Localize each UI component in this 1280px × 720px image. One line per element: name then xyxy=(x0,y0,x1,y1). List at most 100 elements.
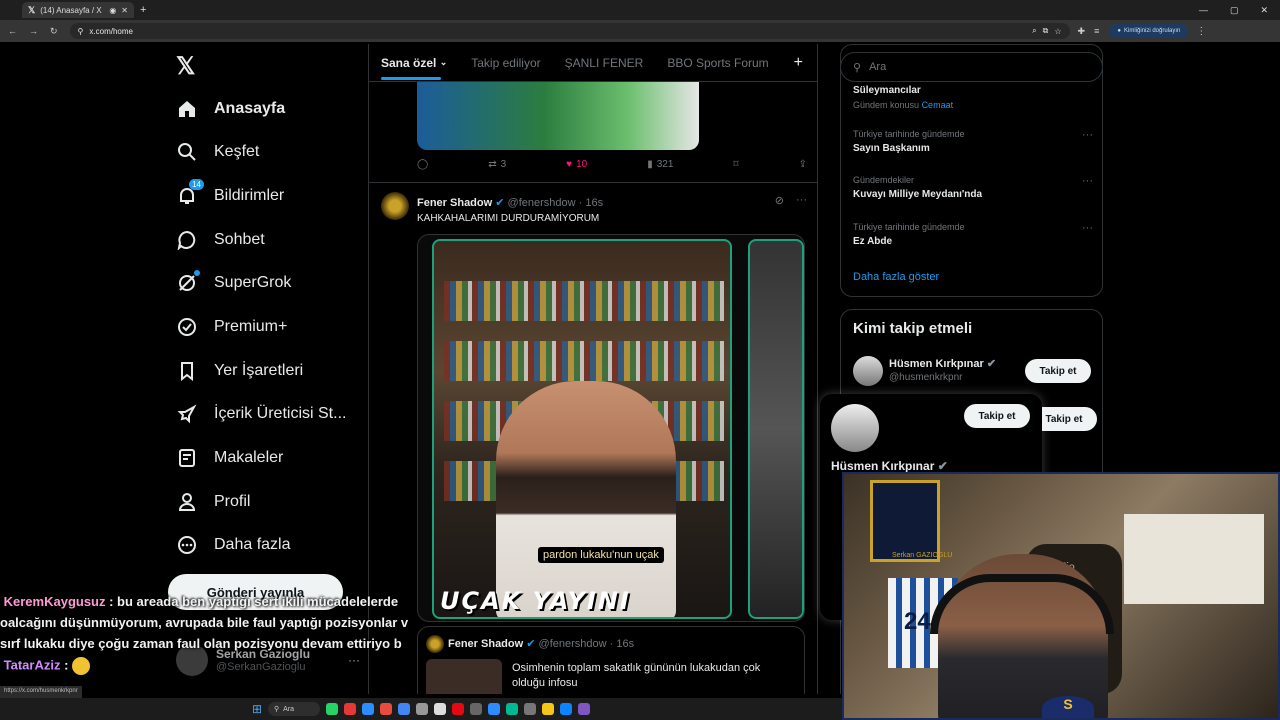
screen: 𝕏 (14) Anasayfa / X ◉ ✕ + — ▢ ✕ ← → ↻ ⚲ … xyxy=(0,0,1280,720)
follow-button[interactable]: Takip et xyxy=(964,404,1030,428)
trend-context-link[interactable]: Cemaat xyxy=(922,100,954,110)
site-info-icon[interactable]: ⚲ xyxy=(78,27,84,36)
sidebar-item-articles[interactable]: Makaleler xyxy=(176,440,283,476)
tab-for-you[interactable]: Sana özel ⌄ xyxy=(369,44,459,82)
app-icon[interactable] xyxy=(380,703,393,715)
star-icon[interactable]: ☆ xyxy=(1054,27,1061,36)
sidebar-item-explore[interactable]: Keşfet xyxy=(176,134,259,170)
window-close-icon[interactable]: ✕ xyxy=(1260,5,1268,16)
tweet-handle[interactable]: @fenershdow xyxy=(508,197,576,209)
sidebar-item-bookmarks[interactable]: Yer İşaretleri xyxy=(176,353,303,389)
verified-icon: ✔ xyxy=(937,459,948,473)
zoom-icon[interactable]: ⌕ xyxy=(1032,26,1036,36)
hover-card-name[interactable]: Hüsmen Kırkpınar ✔ xyxy=(831,459,948,473)
app-icon[interactable] xyxy=(578,703,591,715)
tab-following[interactable]: Takip ediliyor xyxy=(459,44,552,82)
trend-item[interactable]: Türkiye tarihinde gündemde Sayın Başkanı… xyxy=(853,129,1093,154)
search-input[interactable]: ⚲ Ara xyxy=(840,52,1103,82)
back-icon[interactable]: ← xyxy=(8,26,17,37)
sidebar-item-home[interactable]: Anasayfa xyxy=(176,91,285,127)
trend-item[interactable]: Türkiye tarihinde gündemde Ez Abde ··· xyxy=(853,222,1093,247)
more-options-icon[interactable]: ··· xyxy=(1082,222,1093,234)
extensions-icon[interactable]: ✚ xyxy=(1078,26,1086,37)
chat-icon xyxy=(176,229,198,251)
folder-icon[interactable] xyxy=(542,703,555,715)
share-button[interactable]: ⇪ xyxy=(799,159,807,170)
minimize-icon[interactable]: — xyxy=(1199,5,1208,16)
suggestion-name[interactable]: Hüsmen Kırkpınar ✔ xyxy=(889,357,996,370)
windows-start-icon[interactable]: ⊞ xyxy=(252,702,262,716)
views-button[interactable]: ▮ 321 xyxy=(647,159,673,170)
sidebar-item-supergrok[interactable]: SuperGrok xyxy=(176,265,291,301)
sidebar-item-creator-studio[interactable]: İçerik Üreticisi St... xyxy=(176,396,346,432)
avatar[interactable] xyxy=(831,404,879,452)
grok-icon[interactable]: ⊘ xyxy=(775,194,784,207)
trend-name: Sayın Başkanım xyxy=(853,143,930,154)
tweet-time[interactable]: 16s xyxy=(585,197,603,209)
sidebar-item-notifications[interactable]: 14 Bildirimler xyxy=(176,178,284,214)
video-caption: pardon lukaku'nun uçak xyxy=(538,547,664,563)
app-icon[interactable] xyxy=(434,703,447,715)
more-options-icon[interactable]: ··· xyxy=(796,194,807,207)
install-icon[interactable]: ⧉ xyxy=(1043,26,1049,36)
video-frame[interactable]: pardon lukaku'nun uçak UÇAK YAYINI xyxy=(432,239,732,619)
more-options-icon[interactable]: ··· xyxy=(1082,129,1093,141)
app-icon[interactable] xyxy=(506,703,519,715)
bookshelf-image xyxy=(444,281,724,321)
forward-icon[interactable]: → xyxy=(29,26,38,37)
app-icon[interactable] xyxy=(470,703,483,715)
address-bar[interactable]: ⚲ x.com/home ⌕ ⧉ ☆ xyxy=(69,23,1070,39)
reply-button[interactable]: ◯ xyxy=(417,159,428,170)
trend-item[interactable]: Süleymancılar Gündem konusu Cemaat xyxy=(853,85,1093,110)
quoted-tweet[interactable]: Fener Shadow ✔ @fenershdow · 16s Osimhen… xyxy=(417,626,805,694)
app-icon[interactable] xyxy=(362,703,375,715)
reload-icon[interactable]: ↻ xyxy=(50,26,58,37)
netflix-icon[interactable] xyxy=(452,703,465,715)
sidebar-item-premium[interactable]: Premium+ xyxy=(176,309,287,345)
sidebar-item-more[interactable]: Daha fazla xyxy=(176,527,291,563)
browser-toolbar: ← → ↻ ⚲ x.com/home ⌕ ⧉ ☆ ✚ ≡ ● Kimliğini… xyxy=(0,20,1280,42)
media-icon[interactable]: ≡ xyxy=(1094,26,1099,37)
retweet-button[interactable]: ⇄ 3 xyxy=(488,159,506,170)
avatar[interactable] xyxy=(381,192,409,220)
follow-button[interactable]: Takip et xyxy=(1025,359,1091,383)
verify-identity-button[interactable]: ● Kimliğinizi doğrulayın xyxy=(1109,24,1189,38)
tweet-video[interactable]: pardon lukaku'nun uçak UÇAK YAYINI xyxy=(417,234,805,622)
like-button[interactable]: ♥ 10 xyxy=(566,159,587,170)
tab-close-icon[interactable]: ✕ xyxy=(121,6,128,15)
taskbar-search[interactable]: ⚲ Ara xyxy=(268,702,321,716)
chrome-icon[interactable] xyxy=(398,703,411,715)
zoom-icon[interactable] xyxy=(488,703,501,715)
trend-item[interactable]: Gündemdekiler Kuvayı Milliye Meydanı'nda… xyxy=(853,175,1093,200)
video-frame-next[interactable] xyxy=(748,239,804,619)
sidebar-item-profile[interactable]: Profil xyxy=(176,484,250,520)
trend-context: Gündem konusu xyxy=(853,100,920,110)
follow-suggestion[interactable]: Hüsmen Kırkpınar ✔ @husmenkrkpnr Takip e… xyxy=(853,354,1093,388)
browser-menu-icon[interactable]: ⋮ xyxy=(1196,26,1206,37)
bookmark-button[interactable]: ⌑ xyxy=(733,159,738,170)
app-icon[interactable] xyxy=(560,703,573,715)
more-options-icon[interactable]: ··· xyxy=(1082,175,1093,187)
app-icon[interactable] xyxy=(344,703,357,715)
browser-tab[interactable]: 𝕏 (14) Anasayfa / X ◉ ✕ xyxy=(22,2,134,18)
previous-tweet-media[interactable] xyxy=(417,82,699,150)
new-tab-icon[interactable]: + xyxy=(140,4,146,16)
sidebar-item-label: SuperGrok xyxy=(214,274,292,291)
app-icon[interactable] xyxy=(524,703,537,715)
app-icon[interactable] xyxy=(416,703,429,715)
add-tab-icon[interactable]: + xyxy=(794,54,803,72)
search-placeholder: Ara xyxy=(869,61,887,73)
show-more-link[interactable]: Daha fazla göster xyxy=(853,271,939,283)
previous-tweet-actions: ◯ ⇄ 3 ♥ 10 ▮ 321 ⌑ ⇪ xyxy=(417,159,807,170)
avatar xyxy=(426,635,444,653)
tweet-author-name[interactable]: Fener Shadow xyxy=(417,197,492,209)
sidebar-item-chat[interactable]: Sohbet xyxy=(176,222,265,258)
suggestion-handle[interactable]: @husmenkrkpnr xyxy=(889,372,963,383)
tab-sanli-fener[interactable]: ŞANLI FENER xyxy=(553,44,656,82)
tab-audio-icon[interactable]: ◉ xyxy=(109,6,116,15)
whatsapp-icon[interactable] xyxy=(326,703,339,715)
x-logo-icon[interactable]: 𝕏 xyxy=(176,52,195,81)
avatar[interactable] xyxy=(853,356,883,386)
maximize-icon[interactable]: ▢ xyxy=(1230,5,1239,16)
tab-bbo-sports[interactable]: BBO Sports Forum xyxy=(655,44,780,82)
